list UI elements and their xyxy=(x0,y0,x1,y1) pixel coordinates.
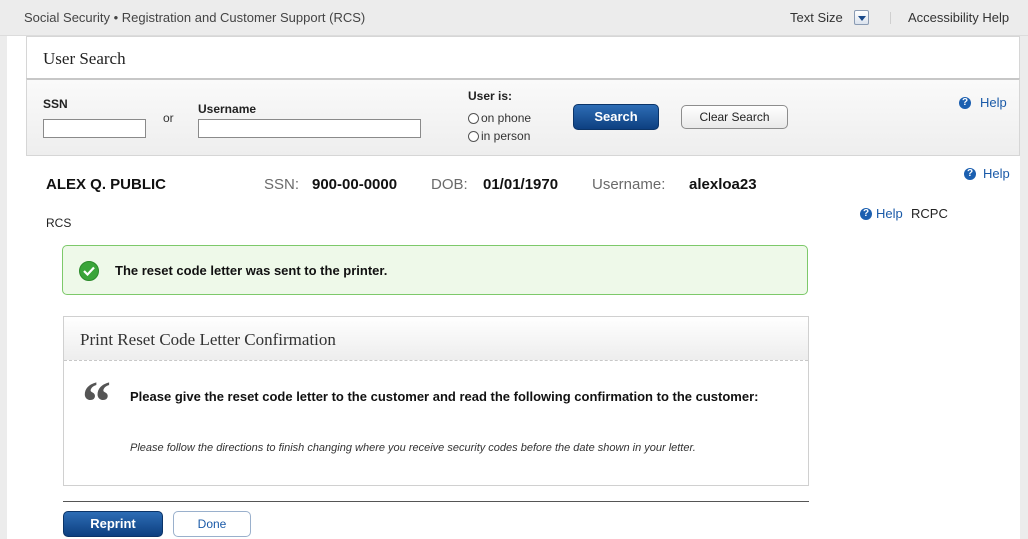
ssn-input[interactable] xyxy=(43,119,146,138)
user-search-title: User Search xyxy=(43,49,126,68)
help-icon[interactable]: ? xyxy=(959,97,971,109)
ssn-info-value: 900-00-0000 xyxy=(312,176,398,193)
page-frame-left xyxy=(0,36,7,539)
rcpc-label: RCPC xyxy=(911,206,948,221)
in-person-label: in person xyxy=(481,129,531,143)
search-help-link[interactable]: Help xyxy=(980,95,1007,110)
username-input[interactable] xyxy=(198,119,421,138)
user-search-header: User Search xyxy=(26,36,1020,78)
help-icon[interactable]: ? xyxy=(964,168,976,180)
rcs-label: RCS xyxy=(46,216,72,230)
accessibility-help-link[interactable]: Accessibility Help xyxy=(908,10,1009,25)
confirmation-panel-header: Print Reset Code Letter Confirmation xyxy=(64,317,808,361)
clear-search-button[interactable]: Clear Search xyxy=(681,105,788,129)
user-is-label: User is: xyxy=(468,89,513,103)
text-size-label: Text Size xyxy=(790,10,843,25)
search-button[interactable]: Search xyxy=(573,104,659,130)
ssn-info-label: SSN: xyxy=(264,176,300,193)
user-info-help-link[interactable]: Help xyxy=(983,166,1010,181)
on-phone-radio[interactable] xyxy=(468,113,479,124)
success-message: The reset code letter was sent to the pr… xyxy=(115,263,388,278)
reprint-button[interactable]: Reprint xyxy=(63,511,163,537)
username-info-value: alexloa23 xyxy=(689,176,757,193)
check-icon xyxy=(79,261,99,281)
dob-info-label: DOB: xyxy=(431,176,468,193)
confirmation-instruction: Please give the reset code letter to the… xyxy=(130,389,759,404)
page-frame-right xyxy=(1020,36,1028,539)
top-bar: Social Security • Registration and Custo… xyxy=(0,0,1028,36)
divider xyxy=(63,501,809,502)
divider xyxy=(890,12,891,24)
confirmation-title: Print Reset Code Letter Confirmation xyxy=(80,330,336,349)
dob-info-value: 01/01/1970 xyxy=(483,176,559,193)
confirmation-panel: Print Reset Code Letter Confirmation “ P… xyxy=(63,316,809,486)
or-label: or xyxy=(163,111,174,125)
ssn-label: SSN xyxy=(43,97,68,111)
username-label: Username xyxy=(198,102,257,116)
confirmation-text: Please follow the directions to finish c… xyxy=(130,442,696,454)
success-alert: The reset code letter was sent to the pr… xyxy=(62,245,808,295)
customer-name: ALEX Q. PUBLIC xyxy=(46,176,167,193)
chevron-down-icon xyxy=(858,16,866,21)
quote-icon: “ xyxy=(82,369,111,434)
text-size-dropdown[interactable] xyxy=(854,10,869,25)
user-search-form: SSN or Username User is: on phone in per… xyxy=(26,78,1020,156)
username-info-label: Username: xyxy=(592,176,666,193)
help-icon[interactable]: ? xyxy=(860,208,872,220)
app-title: Social Security • Registration and Custo… xyxy=(24,10,366,25)
on-phone-label: on phone xyxy=(481,111,532,125)
rcpc-help-link[interactable]: Help xyxy=(876,206,903,221)
in-person-radio[interactable] xyxy=(468,131,479,142)
done-button[interactable]: Done xyxy=(173,511,251,537)
